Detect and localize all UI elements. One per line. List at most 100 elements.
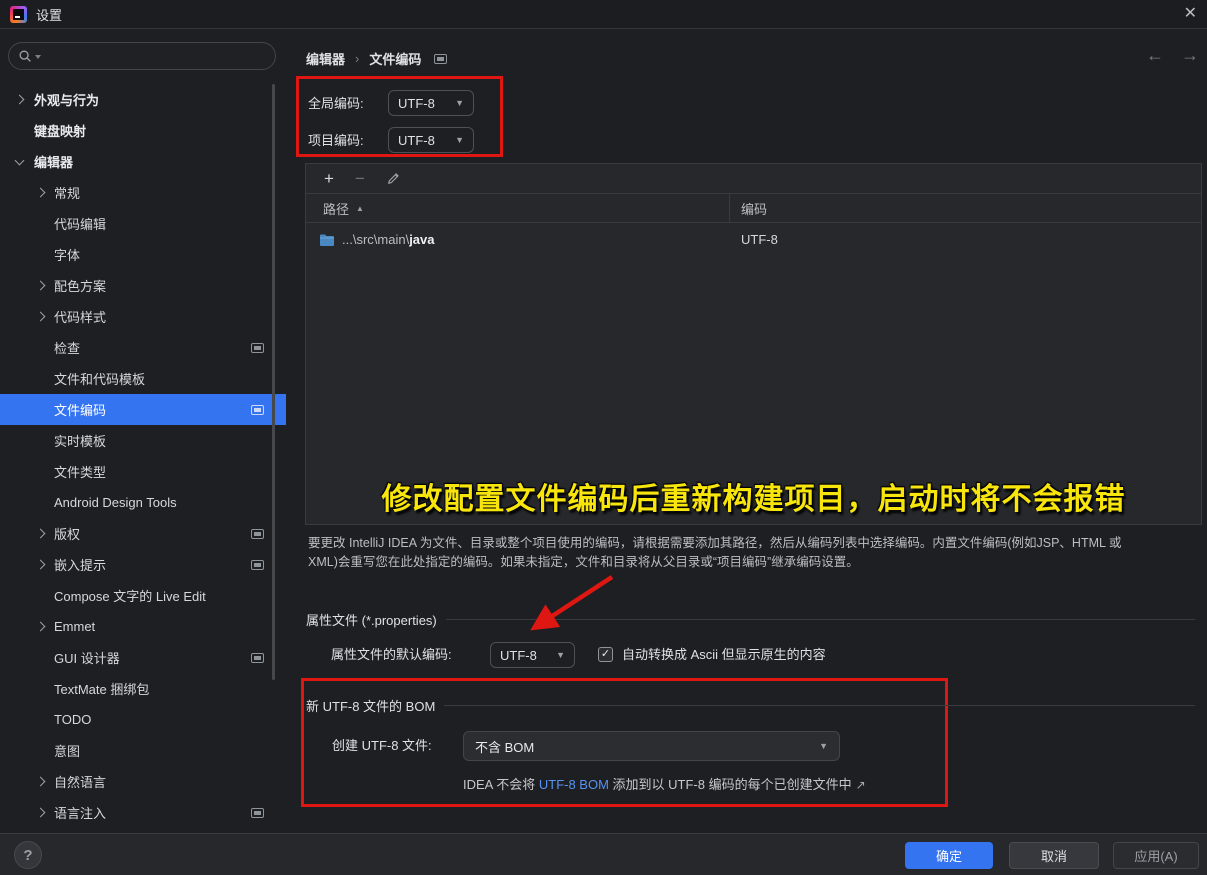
- sidebar-item-label: TODO: [54, 712, 91, 727]
- table-body: ...\src\main\javaUTF-8: [306, 223, 1201, 256]
- bom-section-title: 新 UTF-8 文件的 BOM: [306, 696, 435, 715]
- sidebar-item[interactable]: TextMate 捆绑包: [0, 673, 286, 704]
- bom-link[interactable]: UTF-8 BOM: [539, 777, 609, 792]
- sidebar-item[interactable]: 检查: [0, 332, 286, 363]
- sidebar-item-label: 语言注入: [54, 803, 106, 822]
- chevron-right-icon[interactable]: [36, 777, 46, 787]
- sidebar-item[interactable]: Android Design Tools: [0, 487, 286, 518]
- apply-button[interactable]: 应用(A): [1113, 842, 1199, 869]
- search-filter-caret-icon[interactable]: [35, 55, 41, 59]
- chevron-right-icon[interactable]: [36, 188, 46, 198]
- table-row[interactable]: ...\src\main\javaUTF-8: [306, 223, 1201, 256]
- column-divider[interactable]: [729, 194, 730, 222]
- external-link-icon[interactable]: ↗: [856, 778, 866, 792]
- back-arrow-icon[interactable]: ←: [1146, 45, 1164, 66]
- sidebar-item[interactable]: Compose 文字的 Live Edit: [0, 580, 286, 611]
- edit-pencil-icon[interactable]: [386, 171, 401, 186]
- column-header-encoding[interactable]: 编码: [741, 199, 767, 218]
- window-title: 设置: [36, 5, 62, 24]
- row-encoding-value[interactable]: UTF-8: [741, 232, 778, 247]
- table-toolbar: + −: [306, 164, 1201, 194]
- ok-button[interactable]: 确定: [905, 842, 993, 869]
- sidebar-item[interactable]: 代码编辑: [0, 208, 286, 239]
- folder-icon: [319, 233, 335, 247]
- chevron-down-icon: ▼: [556, 650, 565, 660]
- title-bar: 设置 ✕: [0, 0, 1207, 29]
- sidebar-item[interactable]: 语言注入: [0, 797, 286, 828]
- sidebar-item[interactable]: 代码样式: [0, 301, 286, 332]
- chevron-down-icon[interactable]: [15, 155, 25, 165]
- sidebar-item-label: Compose 文字的 Live Edit: [54, 586, 206, 605]
- settings-search-box[interactable]: [8, 42, 276, 70]
- per-monitor-settings-icon: [251, 560, 264, 570]
- properties-encoding-dropdown[interactable]: UTF-8 ▼: [490, 642, 575, 668]
- footer-bar: ? 确定 取消 应用(A): [0, 833, 1207, 875]
- column-header-path-label: 路径: [323, 199, 349, 218]
- description-line-2: XML)会重写您在此处指定的编码。如果未指定，文件和目录将从父目录或“项目编码”…: [308, 553, 1198, 572]
- sidebar-item[interactable]: 自然语言: [0, 766, 286, 797]
- sidebar-item-label: 字体: [54, 245, 80, 264]
- sidebar-item-label: 意图: [54, 741, 80, 760]
- forward-arrow-icon[interactable]: →: [1181, 45, 1199, 66]
- per-monitor-settings-icon: [251, 808, 264, 818]
- sidebar-item[interactable]: 字体: [0, 239, 286, 270]
- chevron-right-icon[interactable]: [15, 95, 25, 105]
- sidebar-item[interactable]: 外观与行为: [0, 84, 286, 115]
- sidebar-item-label: 外观与行为: [34, 90, 99, 109]
- per-monitor-settings-icon: [251, 405, 264, 415]
- chevron-right-icon[interactable]: [36, 281, 46, 291]
- chevron-right-icon[interactable]: [36, 808, 46, 818]
- red-annotation-arrow: [505, 555, 635, 645]
- section-divider-line: [444, 705, 1195, 706]
- global-encoding-dropdown[interactable]: UTF-8 ▼: [388, 90, 474, 116]
- sidebar-item-label: 嵌入提示: [54, 555, 106, 574]
- column-header-path[interactable]: 路径 ▲: [306, 199, 364, 218]
- path-prefix: ...\src\main\: [342, 232, 409, 247]
- sidebar-item[interactable]: 键盘映射: [0, 115, 286, 146]
- sidebar-item-label: GUI 设计器: [54, 648, 120, 667]
- sidebar-item-label: 键盘映射: [34, 121, 86, 140]
- sidebar-item-label: 文件编码: [54, 400, 106, 419]
- chevron-down-icon: ▼: [819, 741, 828, 751]
- chevron-right-icon[interactable]: [36, 529, 46, 539]
- transliterate-ascii-checkbox[interactable]: ✓: [598, 647, 613, 662]
- help-button[interactable]: ?: [14, 841, 42, 869]
- annotation-banner-text: 修改配置文件编码后重新构建项目，启动时将不会报错: [306, 474, 1201, 518]
- sidebar-item[interactable]: 文件编码: [0, 394, 286, 425]
- bom-note-pre: IDEA 不会将: [463, 777, 539, 792]
- global-encoding-label: 全局编码:: [308, 91, 364, 117]
- description-line-1: 要更改 IntelliJ IDEA 为文件、目录或整个项目使用的编码，请根据需要…: [308, 534, 1198, 553]
- sidebar-item[interactable]: 文件和代码模板: [0, 363, 286, 394]
- search-input[interactable]: [43, 49, 266, 64]
- close-icon[interactable]: ✕: [1184, 6, 1197, 22]
- sort-ascending-icon: ▲: [356, 204, 364, 213]
- remove-path-button[interactable]: −: [355, 170, 365, 187]
- sidebar-item[interactable]: 配色方案: [0, 270, 286, 301]
- sidebar-item[interactable]: 版权: [0, 518, 286, 549]
- chevron-right-icon[interactable]: [36, 312, 46, 322]
- bom-dropdown[interactable]: 不含 BOM ▼: [463, 731, 840, 761]
- sidebar-item[interactable]: GUI 设计器: [0, 642, 286, 673]
- chevron-right-icon[interactable]: [36, 622, 46, 632]
- sidebar-item[interactable]: 嵌入提示: [0, 549, 286, 580]
- sidebar-item[interactable]: Emmet: [0, 611, 286, 642]
- path-encoding-table: + − 路径 ▲ 编码 ...\src\main\javaUTF-8 修改配置文…: [305, 163, 1202, 525]
- per-monitor-settings-icon: [434, 54, 447, 64]
- sidebar-item[interactable]: 实时模板: [0, 425, 286, 456]
- sidebar-item[interactable]: TODO: [0, 704, 286, 735]
- sidebar-item[interactable]: 意图: [0, 735, 286, 766]
- sidebar-item[interactable]: 文件类型: [0, 456, 286, 487]
- sidebar-item-label: 代码样式: [54, 307, 106, 326]
- cancel-button[interactable]: 取消: [1009, 842, 1099, 869]
- chevron-right-icon[interactable]: [36, 560, 46, 570]
- sidebar-item[interactable]: 常规: [0, 177, 286, 208]
- sidebar-item-label: Android Design Tools: [54, 495, 177, 510]
- breadcrumb-parent[interactable]: 编辑器: [306, 49, 345, 68]
- sidebar-scrollbar[interactable]: [272, 84, 275, 680]
- add-path-button[interactable]: +: [324, 170, 334, 187]
- sidebar-item[interactable]: 编辑器: [0, 146, 286, 177]
- sidebar-item-label: 常规: [54, 183, 80, 202]
- project-encoding-dropdown[interactable]: UTF-8 ▼: [388, 127, 474, 153]
- per-monitor-settings-icon: [251, 343, 264, 353]
- project-encoding-label: 项目编码:: [308, 128, 364, 154]
